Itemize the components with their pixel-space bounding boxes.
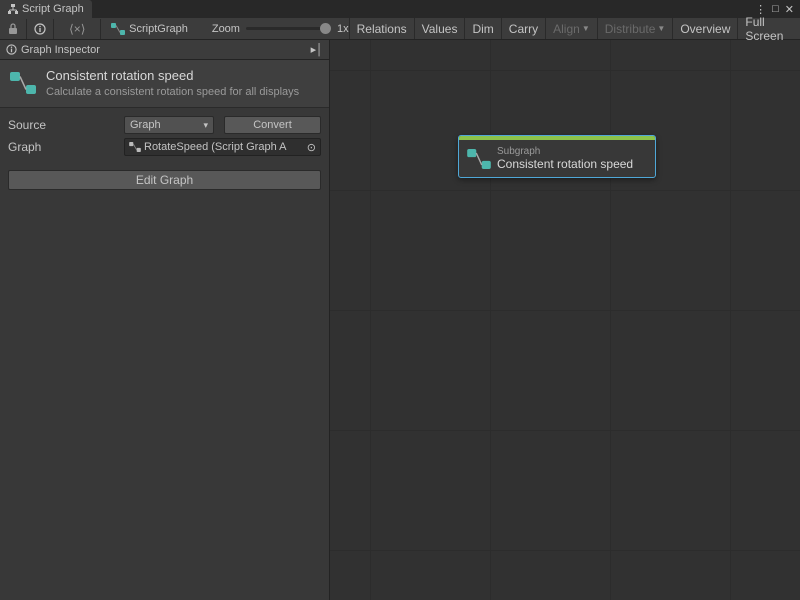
overview-button[interactable]: Overview — [672, 18, 737, 39]
object-picker-icon[interactable]: ⊙ — [307, 141, 316, 154]
relations-button[interactable]: Relations — [349, 18, 414, 39]
node-description: Calculate a consistent rotation speed fo… — [46, 85, 299, 99]
values-button[interactable]: Values — [414, 18, 465, 39]
dim-button[interactable]: Dim — [464, 18, 500, 39]
fullscreen-button[interactable]: Full Screen — [737, 18, 800, 39]
subgraph-node[interactable]: Subgraph Consistent rotation speed — [458, 135, 656, 178]
info-icon — [6, 44, 17, 55]
lock-button[interactable] — [0, 19, 27, 39]
hierarchy-icon — [8, 4, 18, 14]
source-dropdown[interactable]: Graph — [124, 116, 214, 134]
graph-icon — [111, 23, 125, 35]
edit-graph-button[interactable]: Edit Graph — [8, 170, 321, 190]
zoom-slider[interactable] — [246, 27, 331, 30]
distribute-button[interactable]: Distribute▼ — [597, 18, 673, 39]
convert-button[interactable]: Convert — [224, 116, 321, 134]
graph-asset-field[interactable]: RotateSpeed (Script Graph A ⊙ — [124, 138, 321, 156]
variables-button[interactable]: ⟨×⟩ — [54, 19, 101, 39]
graph-breadcrumb[interactable]: ScriptGraph — [111, 23, 188, 35]
carry-button[interactable]: Carry — [501, 18, 545, 39]
inspector-title: Graph Inspector — [21, 44, 100, 56]
tab-title: Script Graph — [22, 3, 84, 15]
graph-name: ScriptGraph — [129, 23, 188, 35]
subgraph-icon — [467, 149, 491, 169]
info-icon — [34, 23, 46, 35]
lock-icon — [8, 23, 18, 35]
chevron-down-icon: ▼ — [657, 24, 665, 33]
maximize-icon[interactable]: □ — [772, 3, 779, 15]
collapse-icon[interactable]: ▸│ — [311, 43, 323, 56]
window-tab[interactable]: Script Graph — [0, 0, 92, 18]
chevron-down-icon: ▼ — [582, 24, 590, 33]
node-type-label: Subgraph — [497, 146, 633, 157]
info-button[interactable] — [27, 19, 54, 39]
align-button[interactable]: Align▼ — [545, 18, 597, 39]
node-title: Consistent rotation speed — [46, 68, 299, 83]
braces-icon: ⟨×⟩ — [69, 22, 85, 36]
zoom-label: Zoom — [212, 23, 240, 35]
subgraph-icon — [8, 68, 38, 98]
source-label: Source — [8, 118, 118, 132]
graph-canvas[interactable]: Subgraph Consistent rotation speed — [330, 40, 800, 600]
inspector-header: Graph Inspector ▸│ — [0, 40, 329, 60]
node-title: Consistent rotation speed — [497, 157, 633, 171]
graph-prop-label: Graph — [8, 140, 118, 154]
zoom-value: 1x — [337, 23, 349, 35]
graph-icon — [129, 142, 141, 152]
node-info-panel: Consistent rotation speed Calculate a co… — [0, 60, 329, 108]
